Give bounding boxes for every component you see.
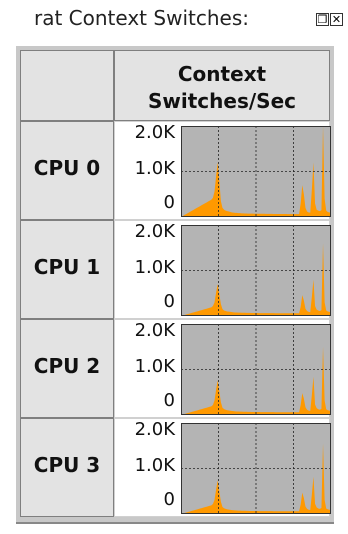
y-tick-label: 1.0K [134,356,175,377]
column-header-label: Context Switches/Sec [115,61,329,115]
title-bar[interactable]: rat Context Switches: ❐ ✕ [0,0,348,46]
close-icon[interactable]: ✕ [330,13,343,26]
row-header-label: CPU 3 [33,453,101,477]
y-tick-label: 0 [163,489,175,510]
column-header-line-1: Context [177,62,267,86]
cpu-1-sparkline-chart [181,225,331,316]
row-header-cpu-1[interactable]: CPU 1 [20,220,114,319]
restore-icon[interactable]: ❐ [316,13,329,26]
y-tick-label: 2.0K [134,221,175,242]
y-tick-label: 2.0K [134,122,175,143]
table-bottom-border [16,522,334,524]
corner-header [20,50,114,121]
y-tick-label: 0 [163,390,175,411]
data-table: Context Switches/Sec CPU 0 2.0K 1.0K 0 C… [16,46,334,524]
chart-cell-cpu-2: 2.0K 1.0K 0 [114,319,331,418]
cpu-3-sparkline-chart [181,423,331,514]
row-header-cpu-3[interactable]: CPU 3 [20,418,114,517]
y-tick-label: 1.0K [134,257,175,278]
row-header-label: CPU 1 [33,255,101,279]
column-header-context-switches[interactable]: Context Switches/Sec [114,50,330,121]
context-switches-window: rat Context Switches: ❐ ✕ Context Switch… [0,0,348,534]
cpu-2-sparkline-chart [181,324,331,415]
chart-cell-cpu-1: 2.0K 1.0K 0 [114,220,331,319]
y-tick-label: 0 [163,192,175,213]
row-header-cpu-2[interactable]: CPU 2 [20,319,114,418]
y-tick-label: 1.0K [134,158,175,179]
y-tick-label: 2.0K [134,419,175,440]
y-tick-label: 1.0K [134,455,175,476]
row-header-label: CPU 2 [33,354,101,378]
row-header-label: CPU 0 [33,156,101,180]
cpu-0-sparkline-chart [181,126,331,217]
chart-cell-cpu-0: 2.0K 1.0K 0 [114,121,331,220]
row-header-cpu-0[interactable]: CPU 0 [20,121,114,220]
column-header-line-2: Switches/Sec [148,89,296,113]
y-tick-label: 2.0K [134,320,175,341]
window-title: rat Context Switches: [34,6,249,30]
y-tick-label: 0 [163,291,175,312]
chart-cell-cpu-3: 2.0K 1.0K 0 [114,418,331,517]
